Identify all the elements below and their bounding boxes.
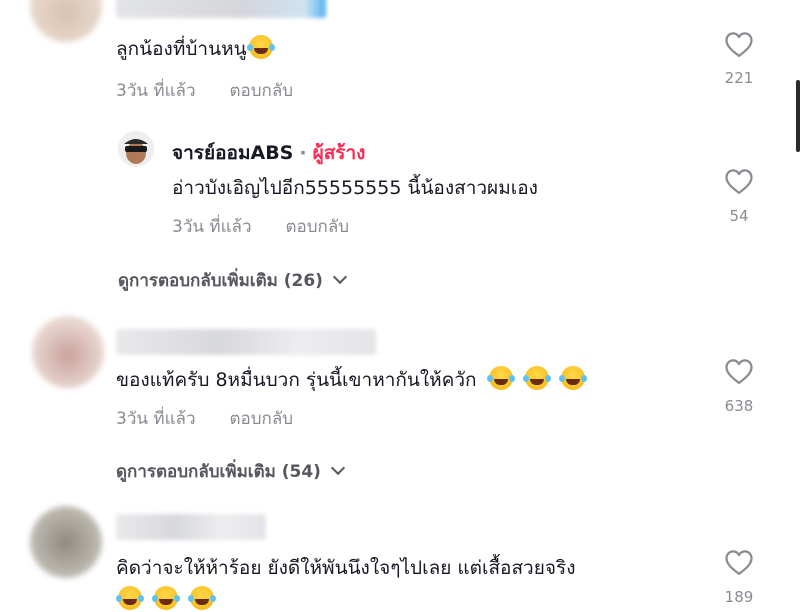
- username-blurred[interactable]: [116, 329, 376, 355]
- creator-badge: ผู้สร้าง: [312, 142, 366, 164]
- separator: ·: [299, 142, 307, 164]
- comment-text-body: ของแท้ครับ 8หมื่นบวก รุ่นนี้เขาหากันให้ค…: [116, 369, 477, 391]
- scrollbar-thumb[interactable]: [796, 80, 800, 152]
- comment-meta: 3วัน ที่แล้ว ตอบกลับ: [116, 81, 293, 101]
- reply-text: อ่าวบังเอิญไปอีก55555555 นี้น้องสาวผมเอง: [172, 177, 538, 199]
- username-blurred[interactable]: [116, 0, 326, 18]
- like-count: 54: [729, 207, 749, 225]
- view-more-label: ดูการตอบกลับเพิ่มเติม (26): [118, 271, 323, 291]
- avatar[interactable]: [30, 506, 102, 578]
- heart-icon[interactable]: [724, 548, 754, 576]
- laughing-emoji-icon: [246, 35, 273, 59]
- avatar[interactable]: [32, 316, 104, 388]
- reply-button[interactable]: ตอบกลับ: [230, 81, 294, 101]
- view-more-replies-button[interactable]: ดูการตอบกลับเพิ่มเติม (54): [116, 460, 346, 482]
- like-count: 638: [724, 397, 754, 415]
- comment-text: ของแท้ครับ 8หมื่นบวก รุ่นนี้เขาหากันให้ค…: [116, 366, 585, 392]
- reply-button[interactable]: ตอบกลับ: [230, 409, 294, 429]
- heart-icon[interactable]: [724, 357, 754, 385]
- timestamp: 3วัน ที่แล้ว: [116, 409, 196, 429]
- heart-icon[interactable]: [724, 30, 754, 58]
- view-more-replies-button[interactable]: ดูการตอบกลับเพิ่มเติม (26): [118, 269, 348, 291]
- chevron-down-icon: [330, 460, 346, 476]
- avatar[interactable]: [30, 0, 102, 42]
- reply-meta: 3วัน ที่แล้ว ตอบกลับ: [172, 217, 349, 237]
- laughing-emoji-icon: [486, 366, 513, 390]
- reply-author[interactable]: จารย์ออมABS: [172, 142, 293, 164]
- like-count: 221: [724, 69, 754, 87]
- creator-avatar[interactable]: [118, 131, 154, 167]
- laughing-emoji-icon: [558, 366, 585, 390]
- username-blurred[interactable]: [116, 514, 266, 540]
- laughing-emoji-icon: [188, 586, 215, 610]
- comment-text: คิดว่าจะให้ห้าร้อย ยังดีให้พันนึงใจๆไปเล…: [116, 557, 576, 579]
- comment-meta: 3วัน ที่แล้ว ตอบกลับ: [116, 409, 293, 429]
- view-more-label: ดูการตอบกลับเพิ่มเติม (54): [116, 462, 321, 482]
- timestamp: 3วัน ที่แล้ว: [172, 217, 252, 237]
- comment-text: ลูกน้องที่บ้านหนู: [116, 35, 273, 61]
- laughing-emoji-icon: [522, 366, 549, 390]
- comment-text-emojis: [116, 586, 215, 612]
- reply-author-line: จารย์ออมABS · ผู้สร้าง: [172, 141, 365, 165]
- laughing-emoji-icon: [116, 586, 142, 610]
- laughing-emoji-icon: [152, 586, 179, 610]
- timestamp: 3วัน ที่แล้ว: [116, 81, 196, 101]
- chevron-down-icon: [332, 269, 348, 285]
- like-count: 189: [724, 588, 754, 606]
- reply-button[interactable]: ตอบกลับ: [286, 217, 350, 237]
- comment-text-body: ลูกน้องที่บ้านหนู: [116, 38, 247, 60]
- heart-icon[interactable]: [724, 167, 754, 195]
